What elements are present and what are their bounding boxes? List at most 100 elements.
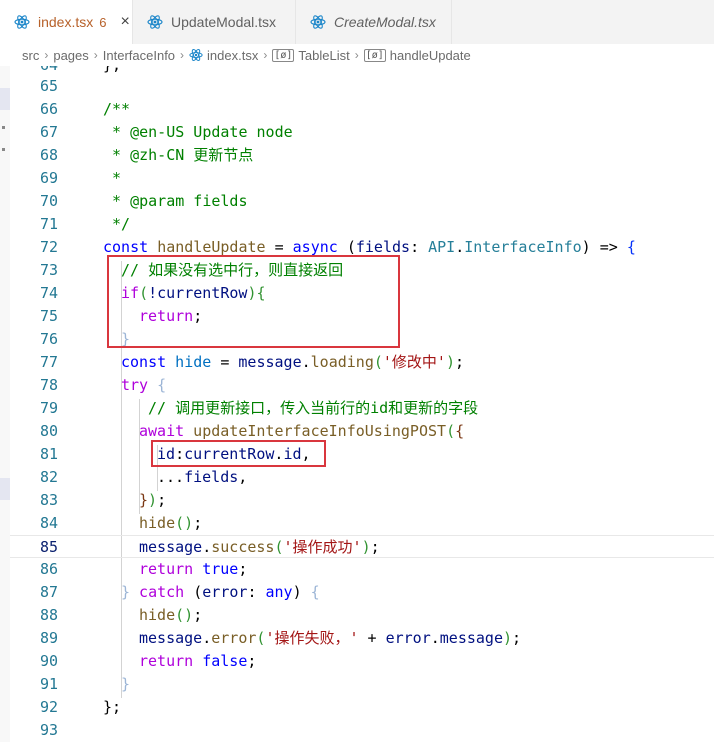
token: ): [361, 538, 371, 556]
token: catch: [130, 583, 185, 601]
token: try: [121, 376, 149, 394]
token: error: [211, 629, 257, 647]
code-line-65: 65: [10, 75, 714, 98]
line-number: 80: [39, 422, 58, 440]
token: return: [139, 560, 194, 578]
token: .: [430, 629, 440, 647]
line-number: 75: [39, 307, 58, 325]
symbol-variable-icon: [ø]: [363, 48, 386, 62]
side-panel-selection: [0, 478, 10, 500]
token: (: [446, 422, 456, 440]
code-line-77: 77 const hide = message.loading('修改中');: [10, 351, 714, 374]
code-text: return true;: [139, 558, 247, 581]
token: ;: [193, 514, 203, 532]
highlight-box-null-check: [107, 255, 400, 348]
token: {: [455, 422, 465, 440]
code-text: ...fields,: [157, 466, 247, 489]
token: (: [373, 353, 383, 371]
line-number: 65: [39, 77, 58, 95]
code-line-68: 68 * @zh-CN 更新节点: [10, 144, 714, 167]
code-comment: // 调用更新接口，传入当前行的id和更新的字段: [148, 399, 479, 417]
code-line-84: 84 hide();: [10, 512, 714, 535]
chevron-right-icon: ›: [263, 48, 268, 62]
token: loading: [310, 353, 374, 371]
token: .: [202, 538, 212, 556]
code-text: });: [139, 489, 166, 512]
tab-label: index.tsx: [38, 14, 94, 30]
token: error: [202, 583, 248, 601]
token: message: [139, 538, 203, 556]
token: };: [103, 66, 121, 74]
token: '修改中': [382, 353, 446, 371]
token: '操作成功': [283, 538, 362, 556]
token: (: [337, 238, 356, 256]
code-line-71: 71 */: [10, 213, 714, 236]
line-number: 70: [39, 192, 58, 210]
line-number: 88: [39, 606, 58, 624]
line-number: 81: [39, 445, 58, 463]
side-panel-dot: [2, 148, 5, 151]
code-line-82: 82 ...fields,: [10, 466, 714, 489]
tab-createmodal-tsx[interactable]: CreateModal.tsx: [296, 0, 452, 44]
line-number: 73: [39, 261, 58, 279]
code-comment: */: [103, 215, 131, 233]
token: message: [238, 353, 302, 371]
line-number: 68: [39, 146, 58, 164]
line-number: 92: [39, 698, 58, 716]
token: ;: [370, 538, 380, 556]
editor-tab-bar: index.tsx 6 × UpdateModal.tsx CreateModa…: [0, 0, 714, 44]
token: :: [410, 238, 429, 256]
token: success: [211, 538, 275, 556]
token: {: [626, 238, 636, 256]
tab-label: CreateModal.tsx: [334, 14, 436, 30]
token: {: [148, 376, 167, 394]
line-number: 69: [39, 169, 58, 187]
breadcrumb-item-src[interactable]: src: [22, 48, 39, 63]
code-line-88: 88 hide();: [10, 604, 714, 627]
code-comment: *: [103, 169, 122, 187]
token: return: [139, 652, 194, 670]
breadcrumb-symbol-label: TableList: [298, 47, 350, 63]
token: ,: [238, 468, 248, 486]
code-editor[interactable]: 64}; 65 66/** 67 * @en-US Update node 68…: [10, 66, 714, 742]
code-comment: /**: [103, 100, 131, 118]
token: const: [121, 353, 167, 371]
line-number: 78: [39, 376, 58, 394]
token: ): [292, 583, 311, 601]
token: ): [148, 491, 158, 509]
token: .: [301, 353, 311, 371]
line-number: 74: [39, 284, 58, 302]
token: ;: [193, 606, 203, 624]
token: InterfaceInfo: [464, 238, 582, 256]
token: hide: [139, 606, 176, 624]
side-panel-selection: [0, 88, 10, 110]
tab-index-tsx[interactable]: index.tsx 6 ×: [0, 0, 133, 44]
line-number: 85: [39, 538, 58, 556]
close-icon[interactable]: ×: [120, 14, 129, 30]
line-number: 79: [39, 399, 58, 417]
token: hide: [166, 353, 212, 371]
token: ;: [512, 629, 522, 647]
symbol-variable-icon: [ø]: [272, 48, 295, 62]
token: ;: [238, 560, 248, 578]
code-text: try {: [121, 374, 166, 397]
tab-updatemodal-tsx[interactable]: UpdateModal.tsx: [133, 0, 296, 44]
breadcrumb-item-tablelist[interactable]: [ø] TableList: [272, 47, 350, 63]
token: fields: [355, 238, 411, 256]
token: false: [193, 652, 248, 670]
token: ): [503, 629, 513, 647]
code-line-67: 67 * @en-US Update node: [10, 121, 714, 144]
breadcrumb-item-interfaceinfo[interactable]: InterfaceInfo: [103, 48, 175, 63]
code-text: };: [103, 698, 122, 716]
code-line-78: 78 try {: [10, 374, 714, 397]
breadcrumb-item-handleupdate[interactable]: [ø] handleUpdate: [363, 48, 471, 63]
token: const: [103, 238, 149, 256]
code-line-90: 90 return false;: [10, 650, 714, 673]
code-line-92: 92};: [10, 696, 714, 719]
code-text: hide();: [139, 512, 202, 535]
token: =: [211, 353, 239, 371]
line-number: 89: [39, 629, 58, 647]
breadcrumb-item-file[interactable]: index.tsx: [189, 48, 258, 63]
line-number: 66: [39, 100, 58, 118]
breadcrumb-item-pages[interactable]: pages: [53, 48, 88, 63]
